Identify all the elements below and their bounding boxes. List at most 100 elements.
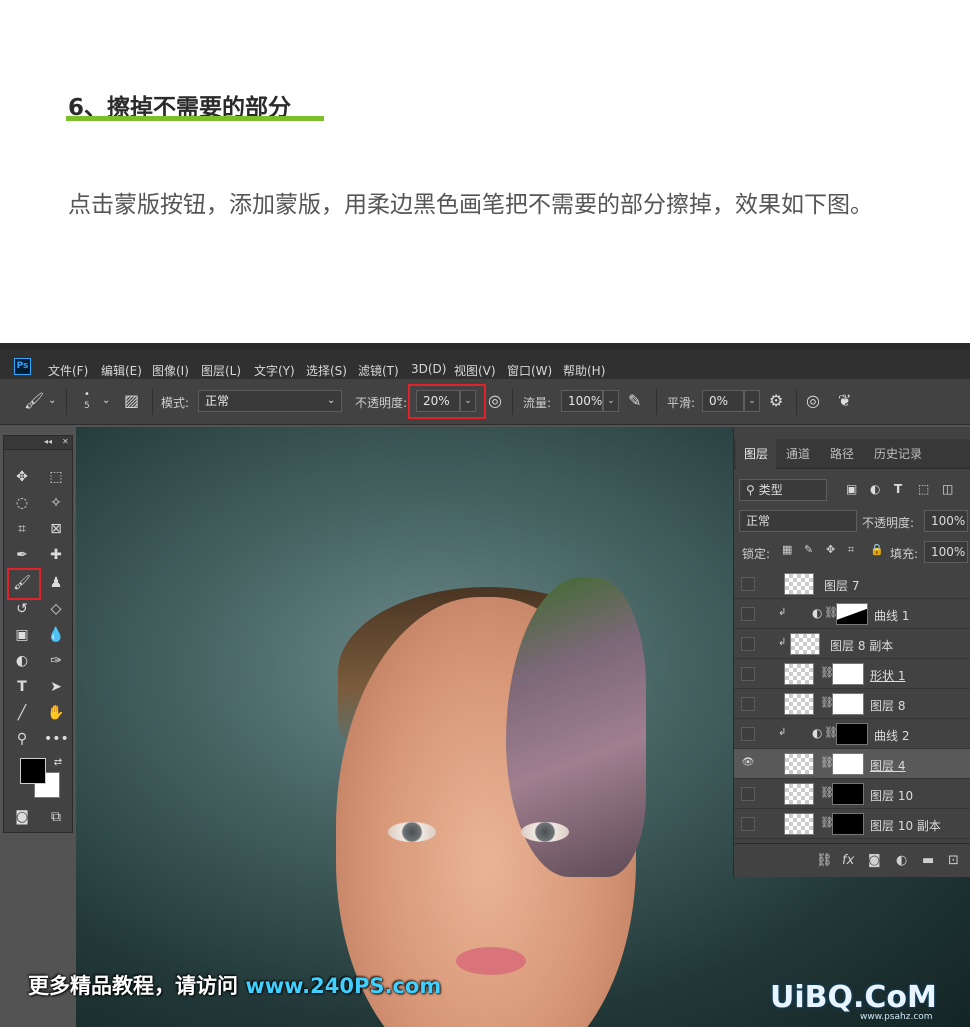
symmetry-icon[interactable]: ❦	[838, 391, 851, 411]
crop-tool[interactable]: ⌗	[10, 518, 34, 540]
layer-mask-thumbnail[interactable]	[832, 783, 864, 805]
menu-window[interactable]: 窗口(W)	[507, 362, 552, 379]
layer-row[interactable]: ↲ ◐ ⛓ 曲线 2	[734, 719, 970, 749]
quick-mask-button[interactable]: ◙	[10, 806, 34, 828]
filter-smart-object-icon[interactable]: ◫	[942, 479, 953, 499]
gradient-tool[interactable]: ▣	[10, 624, 34, 646]
visibility-toggle[interactable]	[741, 637, 755, 651]
layer-row[interactable]: ↲ 图层 8 副本	[734, 629, 970, 659]
layer-mask-thumbnail[interactable]	[832, 813, 864, 835]
menu-view[interactable]: 视图(V)	[454, 362, 496, 379]
brush-preset-icon[interactable]: 🖌	[24, 391, 44, 411]
filter-shape-icon[interactable]: ⬚	[918, 479, 929, 499]
menu-layer[interactable]: 图层(L)	[201, 362, 241, 379]
add-mask-icon[interactable]: ◙	[868, 853, 881, 868]
menu-help[interactable]: 帮助(H)	[563, 362, 605, 379]
eyedropper-tool[interactable]: ✒	[10, 544, 34, 566]
layer-name[interactable]: 形状 1	[870, 667, 905, 684]
menu-filter[interactable]: 滤镜(T)	[358, 362, 399, 379]
lasso-tool[interactable]: ◌	[10, 492, 34, 514]
layer-row[interactable]: ⛓ 图层 10	[734, 779, 970, 809]
healing-tool[interactable]: ✚	[44, 544, 68, 566]
airbrush-icon[interactable]: ✎	[628, 391, 641, 411]
tab-layers[interactable]: 图层	[736, 439, 777, 469]
menu-image[interactable]: 图像(I)	[152, 362, 189, 379]
close-icon[interactable]: ✕	[62, 437, 69, 446]
layer-row[interactable]: 图层 7	[734, 569, 970, 599]
chevron-down-icon[interactable]: ⌄	[102, 391, 110, 411]
lock-transparency-icon[interactable]: ▦	[782, 543, 792, 556]
smoothing-dropdown-button[interactable]: ⌄	[744, 390, 760, 412]
new-adjustment-icon[interactable]: ◐	[896, 853, 907, 868]
visibility-toggle[interactable]	[741, 727, 755, 741]
gear-icon[interactable]: ⚙	[769, 391, 783, 411]
layer-row[interactable]: 👁 ⛓ 图层 4	[734, 749, 970, 779]
menu-select[interactable]: 选择(S)	[306, 362, 347, 379]
quick-select-tool[interactable]: ✧	[44, 492, 68, 514]
layer-mask-thumbnail[interactable]	[836, 723, 868, 745]
pen-tool[interactable]: ✑	[44, 650, 68, 672]
fill-input[interactable]: 100%	[924, 541, 968, 563]
type-tool[interactable]: T	[10, 676, 34, 698]
blend-mode-select[interactable]: 正常	[739, 510, 857, 532]
visibility-toggle[interactable]	[741, 607, 755, 621]
layer-name[interactable]: 图层 8	[870, 697, 905, 714]
history-brush-tool[interactable]: ↺	[10, 598, 34, 620]
visibility-toggle[interactable]	[741, 667, 755, 681]
layer-name[interactable]: 图层 10	[870, 787, 913, 804]
tab-paths[interactable]: 路径	[822, 439, 862, 469]
pressure-size-icon[interactable]: ◎	[806, 391, 820, 411]
stamp-tool[interactable]: ♟	[44, 572, 68, 594]
path-select-tool[interactable]: ➤	[44, 676, 68, 698]
layer-filter-select[interactable]: ⚲ 类型	[739, 479, 827, 501]
zoom-tool[interactable]: ⚲	[10, 728, 34, 750]
collapse-icon[interactable]: ◂◂	[44, 437, 52, 446]
pressure-opacity-icon[interactable]: ◎	[488, 391, 502, 411]
layer-row[interactable]: ↲ ◐ ⛓ 曲线 1	[734, 599, 970, 629]
layer-mask-thumbnail[interactable]	[836, 603, 868, 625]
layer-name[interactable]: 曲线 2	[874, 727, 909, 744]
swap-colors-icon[interactable]: ⇄	[46, 752, 70, 774]
layer-row[interactable]: ⛓ 形状 1	[734, 659, 970, 689]
tools-panel-header[interactable]: ◂◂ ✕	[4, 436, 72, 450]
layer-name[interactable]: 图层 4	[870, 757, 905, 774]
more-tools[interactable]: •••	[44, 728, 69, 750]
lock-position-icon[interactable]: ✥	[826, 543, 835, 556]
filter-pixel-icon[interactable]: ▣	[846, 479, 857, 499]
layer-mask-thumbnail[interactable]	[832, 753, 864, 775]
mode-select[interactable]: 正常	[198, 390, 342, 412]
fx-icon[interactable]: fx	[842, 853, 854, 868]
blur-tool[interactable]: 💧	[44, 624, 68, 646]
line-tool[interactable]: ╱	[10, 702, 34, 724]
layer-row[interactable]: ⛓ 图层 8	[734, 689, 970, 719]
new-group-icon[interactable]: ▬	[922, 853, 934, 868]
screen-mode-button[interactable]: ⧉	[44, 806, 68, 828]
flow-dropdown-button[interactable]: ⌄	[603, 390, 619, 412]
flow-input[interactable]: 100%	[561, 390, 603, 412]
eye-icon[interactable]: 👁	[741, 757, 755, 771]
move-tool[interactable]: ✥	[10, 466, 34, 488]
visibility-toggle[interactable]	[741, 577, 755, 591]
layer-name[interactable]: 图层 10 副本	[870, 817, 941, 834]
layer-name[interactable]: 图层 8 副本	[830, 637, 893, 654]
frame-tool[interactable]: ⊠	[44, 518, 68, 540]
lock-artboard-icon[interactable]: ⌗	[848, 543, 854, 557]
foreground-color-swatch[interactable]	[20, 758, 46, 784]
brush-panel-icon[interactable]: ▨	[124, 391, 139, 411]
new-layer-icon[interactable]: ⊡	[948, 853, 959, 868]
link-layers-icon[interactable]: ⛓	[816, 853, 833, 868]
layer-mask-thumbnail[interactable]	[832, 663, 864, 685]
visibility-toggle[interactable]	[741, 817, 755, 831]
hand-tool[interactable]: ✋	[44, 702, 68, 724]
visibility-toggle[interactable]	[741, 787, 755, 801]
layer-name[interactable]: 曲线 1	[874, 607, 909, 624]
marquee-tool[interactable]: ⬚	[44, 466, 68, 488]
tab-channels[interactable]: 通道	[778, 439, 818, 469]
lock-all-icon[interactable]: 🔒	[870, 543, 884, 556]
menu-3d[interactable]: 3D(D)	[411, 362, 446, 376]
filter-type-icon[interactable]: T	[894, 479, 902, 499]
layer-name[interactable]: 图层 7	[824, 577, 859, 594]
site-url[interactable]: www.240PS.com	[245, 974, 441, 998]
dodge-tool[interactable]: ◐	[10, 650, 34, 672]
chevron-down-icon[interactable]: ⌄	[48, 391, 56, 411]
